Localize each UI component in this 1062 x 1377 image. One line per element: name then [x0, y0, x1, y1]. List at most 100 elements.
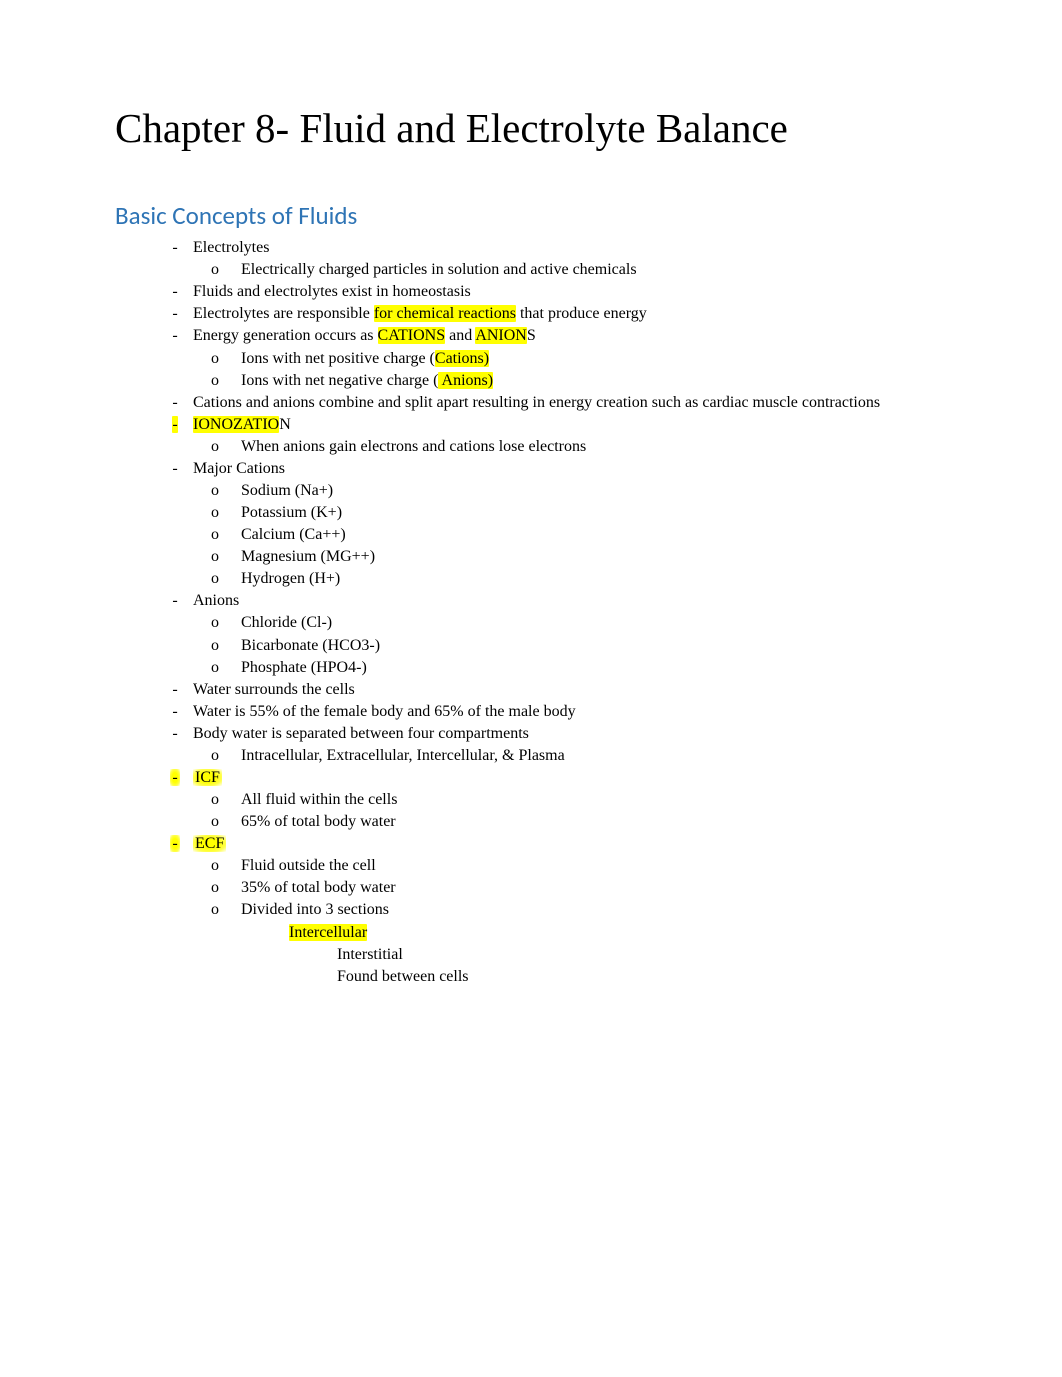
list-text: Body water is separated between four com…: [193, 723, 947, 745]
list-item: o Ions with net positive charge (Cations…: [115, 348, 947, 370]
list-text: Electrically charged particles in soluti…: [241, 259, 947, 281]
list-item: oIntracellular, Extracellular, Intercell…: [115, 745, 947, 767]
list-text: Chloride (Cl-): [241, 612, 947, 634]
highlight: -: [172, 416, 177, 433]
circle-marker: o: [211, 370, 241, 392]
page-title: Chapter 8- Fluid and Electrolyte Balance: [115, 105, 947, 152]
list-item: oChloride (Cl-): [115, 612, 947, 634]
text-span: S: [527, 327, 536, 344]
bullet-marker-icon: [307, 966, 337, 970]
list-text: Ions with net negative charge ( Anions): [241, 370, 947, 392]
list-text: All fluid within the cells: [241, 789, 947, 811]
list-item: oBicarbonate (HCO3-): [115, 635, 947, 657]
list-item: oMagnesium (MG++): [115, 546, 947, 568]
dash-marker: -: [163, 701, 187, 723]
text-span: Ions with net positive charge (: [241, 350, 435, 367]
list-text: Sodium (Na+): [241, 480, 947, 502]
list-text: Water is 55% of the female body and 65% …: [193, 701, 947, 723]
list-item: o Ions with net negative charge ( Anions…: [115, 370, 947, 392]
list-item: - Anions: [115, 590, 947, 612]
circle-marker: o: [211, 657, 241, 679]
list-text: Hydrogen (H+): [241, 568, 947, 590]
list-text: Fluid outside the cell: [241, 855, 947, 877]
dash-marker: -: [163, 679, 187, 701]
dash-marker: -: [163, 590, 187, 612]
list-text: Cations and anions combine and split apa…: [193, 392, 947, 414]
list-text: Fluids and electrolytes exist in homeost…: [193, 281, 947, 303]
list-item: oAll fluid within the cells: [115, 789, 947, 811]
text-span: Electrolytes are responsible: [193, 305, 374, 322]
highlight: Cations): [435, 350, 489, 367]
list-item: - Electrolytes: [115, 237, 947, 259]
circle-marker: o: [211, 348, 241, 370]
list-item: oCalcium (Ca++): [115, 524, 947, 546]
list-item: - Fluids and electrolytes exist in homeo…: [115, 281, 947, 303]
highlight: Intercellular: [289, 924, 367, 941]
text-span: N: [279, 416, 291, 433]
list-text: 65% of total body water: [241, 811, 947, 833]
list-item: oSodium (Na+): [115, 480, 947, 502]
list-text: Potassium (K+): [241, 502, 947, 524]
list-text: 35% of total body water: [241, 877, 947, 899]
list-text: Bicarbonate (HCO3-): [241, 635, 947, 657]
list-text: Divided into 3 sections: [241, 899, 947, 921]
list-text: IONOZATION: [193, 414, 947, 436]
list-item: - IONOZATION: [115, 414, 947, 436]
list-item: Intercellular: [115, 922, 947, 944]
circle-marker: o: [211, 877, 241, 899]
dash-marker: -: [163, 392, 187, 414]
dash-marker: -: [163, 723, 187, 745]
list-text: Interstitial: [337, 944, 947, 966]
list-item: - Energy generation occurs as CATIONS an…: [115, 325, 947, 347]
circle-marker: o: [211, 635, 241, 657]
circle-marker: o: [211, 436, 241, 458]
text-span: Energy generation occurs as: [193, 327, 378, 344]
section-heading: Basic Concepts of Fluids: [115, 200, 947, 231]
bullet-marker-icon: [307, 944, 337, 948]
list-text: Phosphate (HPO4-): [241, 657, 947, 679]
circle-marker: o: [211, 568, 241, 590]
list-text: When anions gain electrons and cations l…: [241, 436, 947, 458]
highlight: -: [170, 835, 179, 852]
list-item: - Water surrounds the cells: [115, 679, 947, 701]
text-span: and: [445, 327, 475, 344]
highlight: Anions): [438, 372, 493, 389]
highlight: for chemical reactions: [374, 305, 516, 322]
list-text: Found between cells: [337, 966, 947, 988]
highlight: CATIONS: [378, 327, 446, 344]
dash-marker: -: [163, 833, 187, 855]
highlight: IONOZATIO: [193, 416, 279, 433]
circle-marker: o: [211, 480, 241, 502]
circle-marker: o: [211, 612, 241, 634]
highlight: ICF: [193, 769, 222, 786]
list-item: - Electrolytes are responsible for chemi…: [115, 303, 947, 325]
list-text: Anions: [193, 590, 947, 612]
list-text: Major Cations: [193, 458, 947, 480]
list-text: Energy generation occurs as CATIONS and …: [193, 325, 947, 347]
circle-marker: o: [211, 546, 241, 568]
list-item: oPhosphate (HPO4-): [115, 657, 947, 679]
list-item: oHydrogen (H+): [115, 568, 947, 590]
list-text: ECF: [193, 833, 947, 855]
list-text: ICF: [193, 767, 947, 789]
list-item: o When anions gain electrons and cations…: [115, 436, 947, 458]
list-text: Calcium (Ca++): [241, 524, 947, 546]
circle-marker: o: [211, 259, 241, 281]
dash-marker: -: [163, 458, 187, 480]
list-item: oFluid outside the cell: [115, 855, 947, 877]
list-item: Interstitial: [115, 944, 947, 966]
dash-marker: -: [163, 767, 187, 789]
list-text: Electrolytes are responsible for chemica…: [193, 303, 947, 325]
list-item: oDivided into 3 sections: [115, 899, 947, 921]
list-item: - ECF: [115, 833, 947, 855]
list-item: - ICF: [115, 767, 947, 789]
text-span: Ions with net negative charge (: [241, 372, 438, 389]
highlight: ANION: [475, 327, 527, 344]
circle-marker: o: [211, 899, 241, 921]
square-marker-icon: [259, 922, 289, 926]
highlight: -: [170, 769, 179, 786]
list-item: - Body water is separated between four c…: [115, 723, 947, 745]
dash-marker: -: [163, 414, 187, 436]
list-item: oPotassium (K+): [115, 502, 947, 524]
dash-marker: -: [163, 281, 187, 303]
